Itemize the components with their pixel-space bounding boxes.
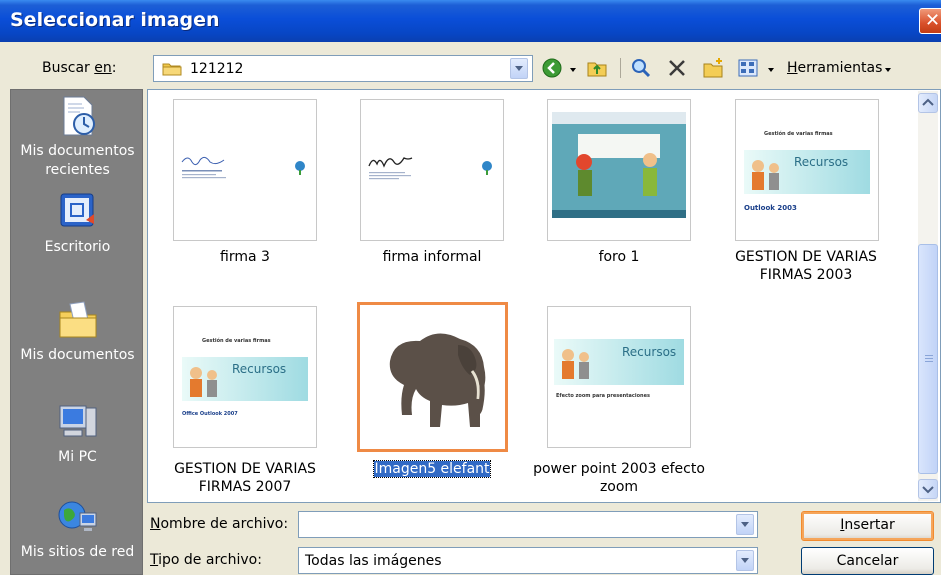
file-list-view[interactable]: firma 3 firma informal foro 1 Gestión de… [147, 89, 941, 503]
insert-button[interactable]: Insertar [801, 511, 934, 541]
filetype-select[interactable]: Todas las imágenes [298, 547, 758, 574]
vertical-scrollbar[interactable] [918, 91, 938, 501]
firma-3-preview [181, 156, 305, 179]
look-in-value: 121212 [190, 61, 244, 77]
file-name-imagen5-elefant[interactable]: Imagen5 elefant [342, 460, 522, 478]
filetype-label: Tipo de archivo: [150, 552, 262, 568]
tools-menu[interactable]: Herramientas [787, 60, 882, 76]
filetype-dropdown-button[interactable] [736, 550, 754, 571]
file-thumbnail-firma-informal[interactable] [360, 99, 504, 241]
title-bar[interactable]: Seleccionar imagen ✕ [0, 0, 941, 42]
file-name-power-point-zoom[interactable]: power point 2003 efecto zoom [529, 460, 709, 496]
window-title: Seleccionar imagen [10, 9, 220, 31]
look-in-dropdown-button[interactable] [510, 58, 528, 79]
recent-documents-icon [63, 96, 95, 136]
scroll-down-button[interactable] [918, 479, 938, 499]
tools-dropdown-icon[interactable] [885, 68, 891, 72]
views-dropdown-icon[interactable] [768, 68, 774, 72]
people-illustration-icon [190, 367, 217, 397]
place-network[interactable]: Mis sitios de red [11, 495, 144, 562]
scroll-thumb[interactable] [918, 244, 938, 474]
filename-dropdown-button[interactable] [736, 514, 754, 535]
place-desktop[interactable]: Escritorio [11, 190, 144, 257]
look-in-combo[interactable]: 121212 [153, 55, 533, 82]
elephant-image [389, 333, 486, 427]
file-thumbnail-gestion-2007[interactable]: Gestión de varias firmas Recursos Office… [173, 306, 317, 448]
file-name-foro-1[interactable]: foro 1 [529, 248, 709, 266]
filename-input[interactable] [298, 511, 758, 538]
chevron-down-icon [922, 486, 934, 494]
file-thumbnail-power-point-zoom[interactable]: Recursos Efecto zoom para presentaciones [547, 306, 691, 448]
people-illustration-icon [562, 349, 589, 379]
file-name-gestion-2003[interactable]: GESTION DE VARIAS FIRMAS 2003 [716, 248, 896, 284]
cancel-button[interactable]: Cancelar [801, 547, 934, 575]
file-name-gestion-2007[interactable]: GESTION DE VARIAS FIRMAS 2007 [155, 460, 335, 496]
close-button[interactable]: ✕ [919, 8, 941, 34]
place-recent-documents[interactable]: Mis documentos recientes [11, 94, 144, 180]
firma-informal-preview [368, 157, 492, 180]
places-bar: Mis documentos recientes Escritorio Mis … [10, 89, 143, 575]
file-thumbnail-foro-1[interactable] [547, 99, 691, 241]
place-my-computer[interactable]: Mi PC [11, 400, 144, 467]
search-web-icon[interactable] [630, 57, 652, 79]
scroll-up-button[interactable] [918, 93, 938, 113]
close-icon: ✕ [925, 10, 941, 31]
desktop-icon [60, 193, 94, 227]
back-dropdown-icon[interactable] [570, 68, 576, 72]
views-icon[interactable] [737, 57, 759, 79]
folder-icon [162, 63, 182, 76]
file-name-firma-informal[interactable]: firma informal [342, 248, 522, 266]
toolbar-separator [620, 58, 621, 78]
file-thumbnail-firma-3[interactable] [173, 99, 317, 241]
my-documents-icon [59, 301, 96, 338]
foro-1-preview [552, 112, 686, 218]
look-in-label: Buscar en: [42, 60, 117, 76]
back-icon[interactable] [541, 57, 563, 79]
file-thumbnail-gestion-2003[interactable]: Gestión de varias firmas Recursos Outloo… [735, 99, 879, 241]
chevron-up-icon [922, 98, 934, 106]
people-illustration-icon [752, 160, 779, 190]
place-my-documents[interactable]: Mis documentos [11, 298, 144, 365]
up-folder-icon[interactable] [586, 57, 608, 79]
delete-icon[interactable] [666, 57, 688, 79]
new-folder-icon[interactable] [702, 57, 724, 79]
network-places-icon [58, 501, 96, 531]
my-computer-icon [59, 405, 96, 437]
file-name-firma-3[interactable]: firma 3 [155, 248, 335, 266]
filename-label: Nombre de archivo: [150, 516, 289, 532]
file-thumbnail-imagen5-elefant[interactable] [357, 302, 508, 452]
